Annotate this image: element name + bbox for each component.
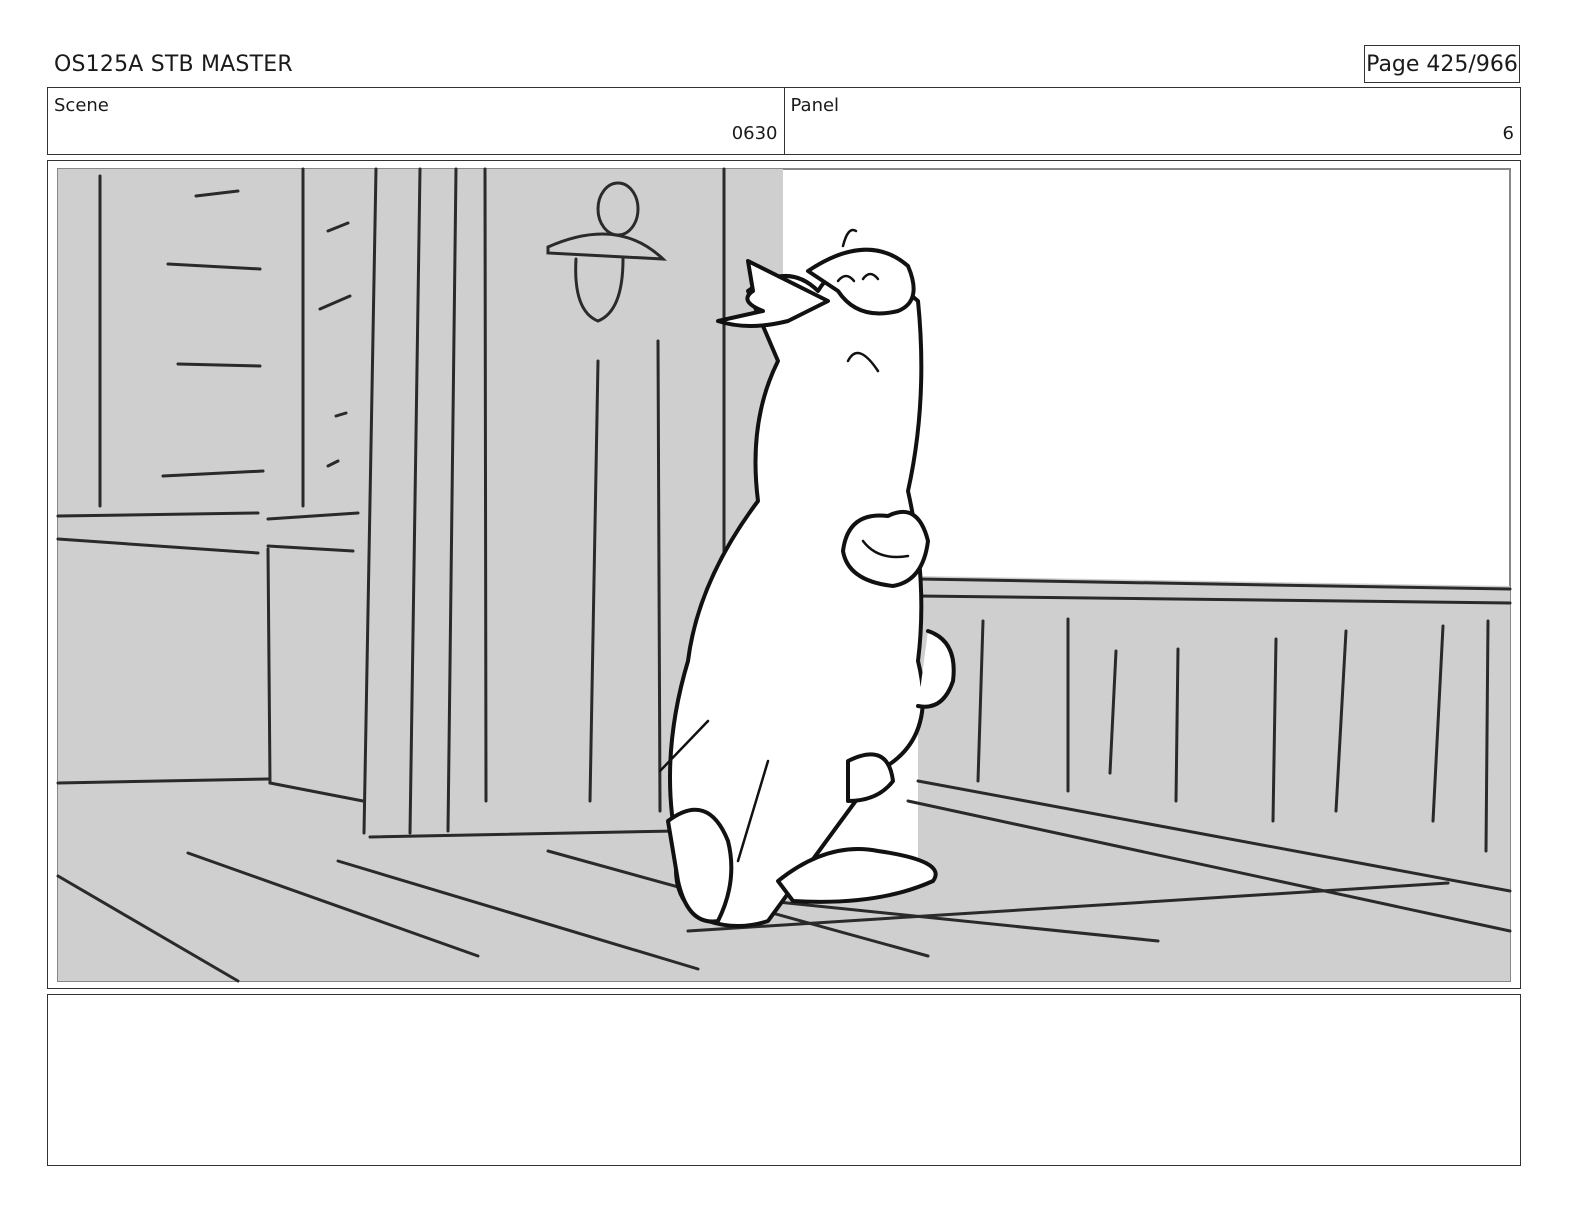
scene-label: Scene <box>54 95 109 116</box>
panel-number: 6 <box>1502 123 1514 144</box>
storyboard-frame <box>47 160 1521 989</box>
scene-number: 0630 <box>731 123 778 144</box>
scene-panel-info-row: Scene 0630 Panel 6 <box>47 87 1521 155</box>
page-number-box: Page 425/966 <box>1364 45 1520 83</box>
scene-cell: Scene 0630 <box>48 88 784 154</box>
panel-cell: Panel 6 <box>783 88 1521 154</box>
storyboard-sketch-icon <box>56 167 1512 983</box>
doc-title: OS125A STB MASTER <box>54 52 293 77</box>
panel-label: Panel <box>790 95 840 116</box>
notes-box <box>47 994 1521 1166</box>
